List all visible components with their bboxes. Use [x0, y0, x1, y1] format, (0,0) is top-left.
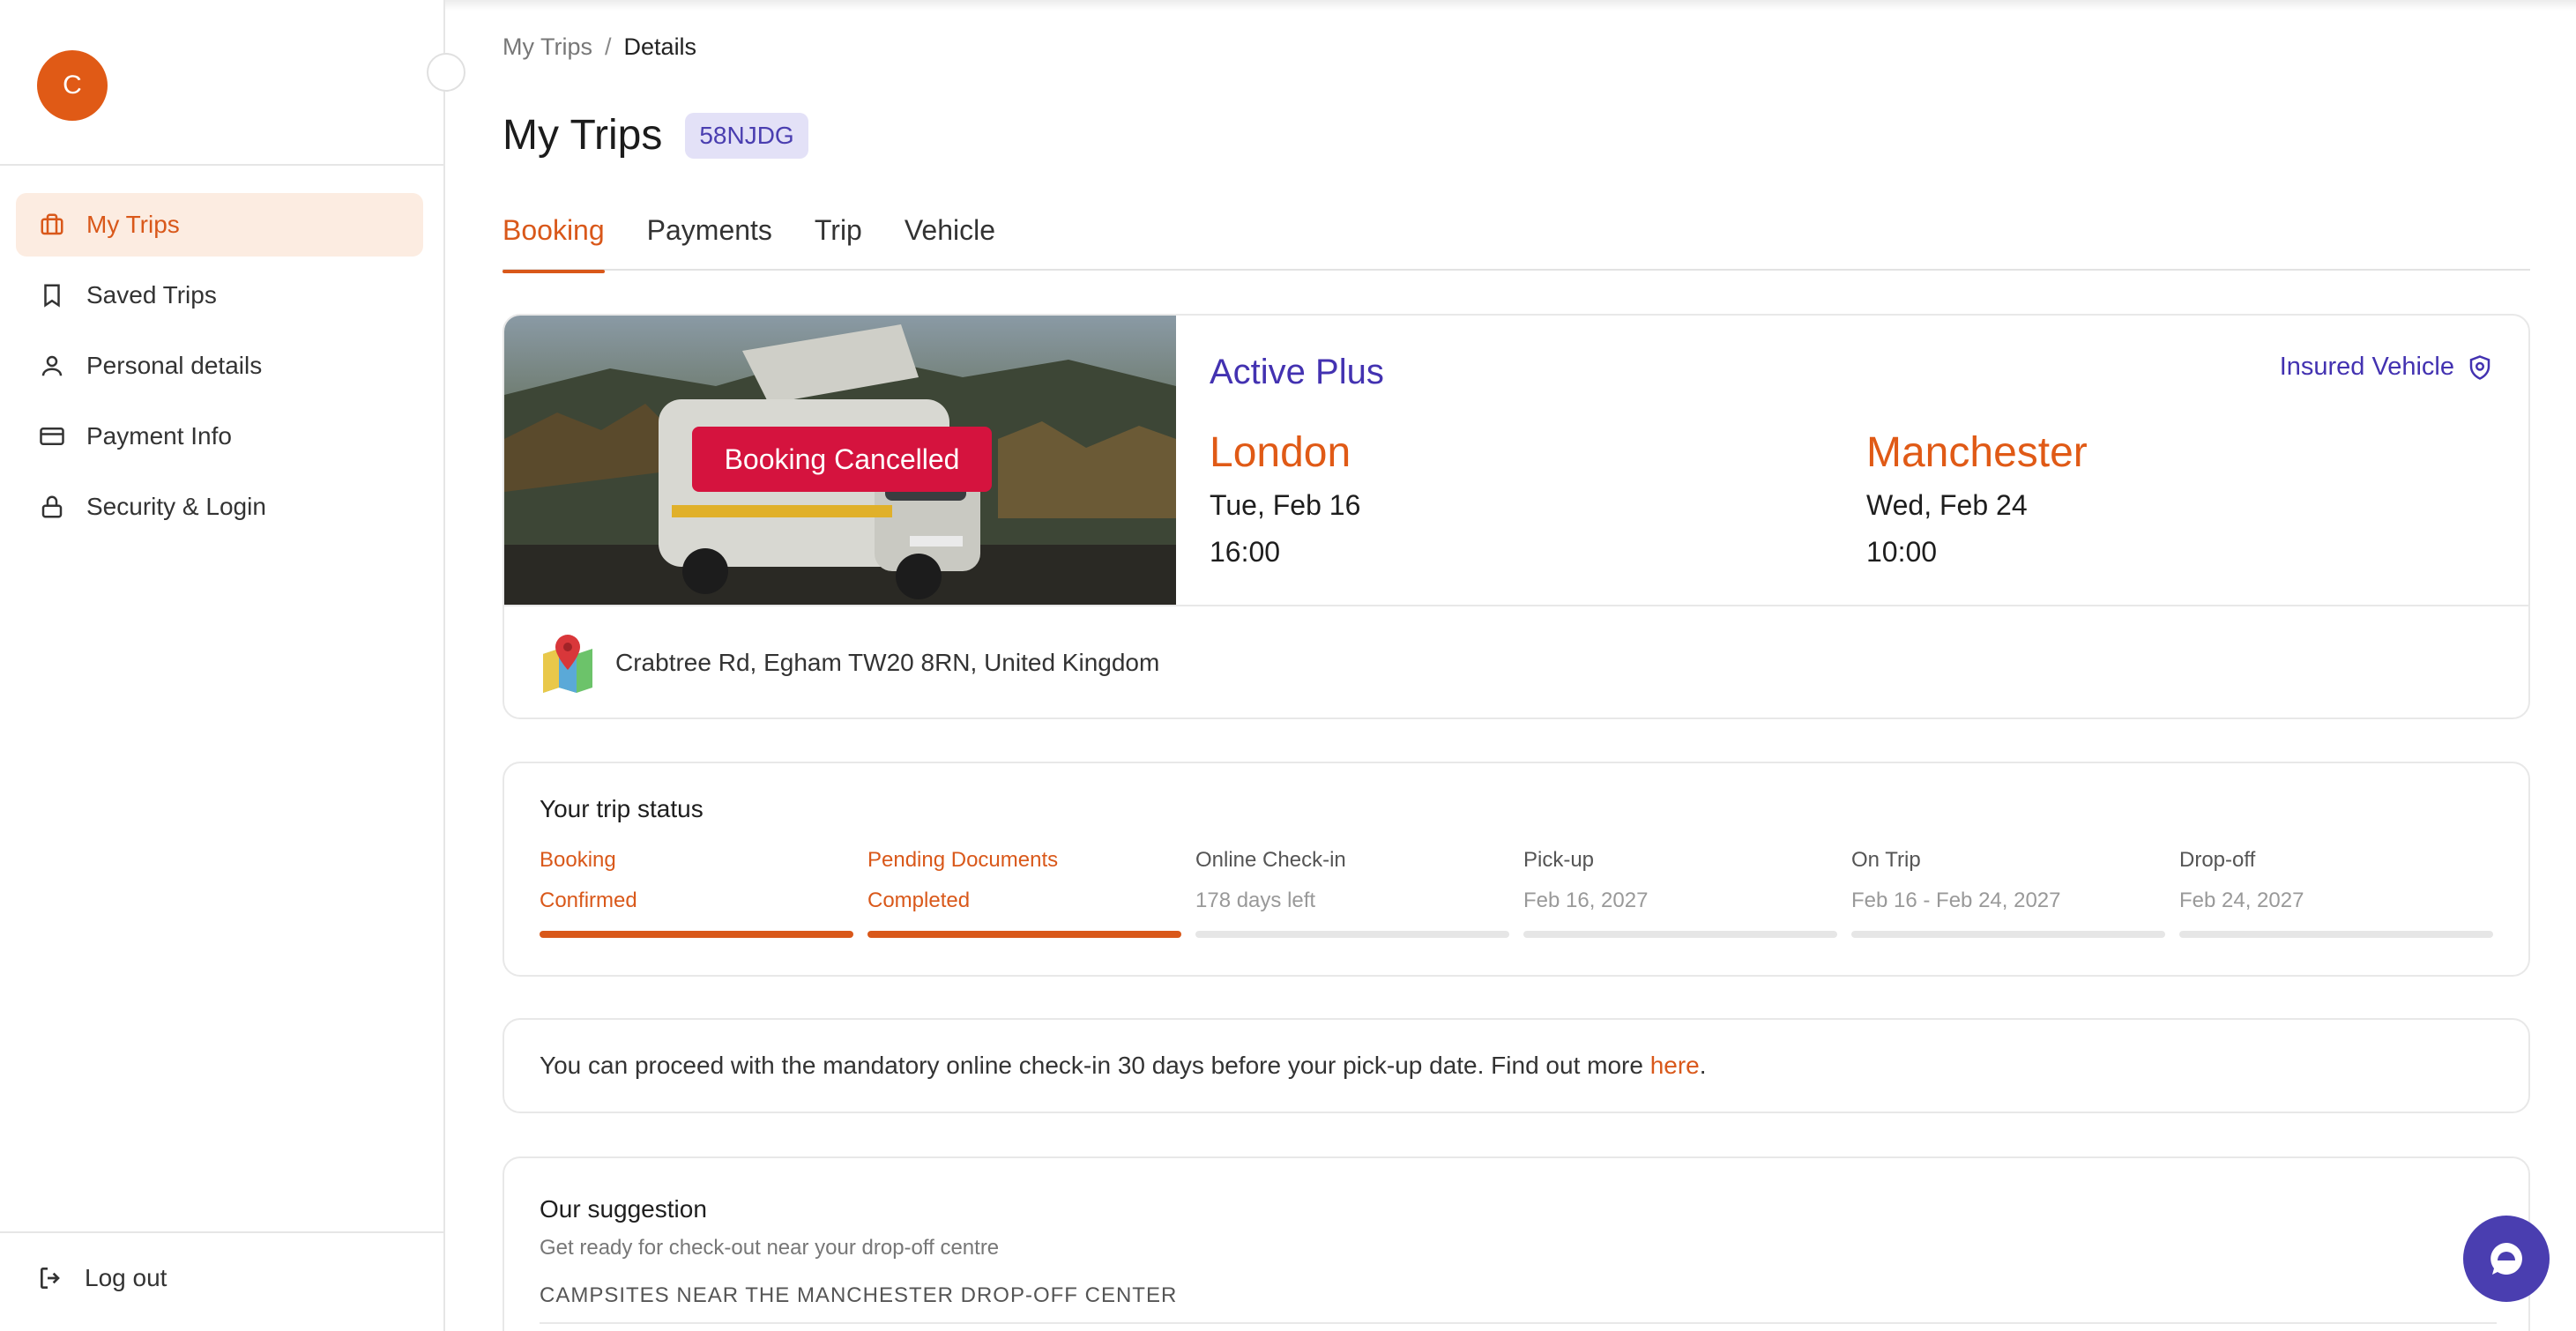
- briefcase-icon: [37, 210, 67, 240]
- sidebar-item-label: Saved Trips: [86, 281, 217, 309]
- vehicle-photo: Booking Cancelled: [504, 316, 1176, 605]
- step-label: Booking: [540, 848, 616, 872]
- notice-text: You can proceed with the mandatory onlin…: [540, 1052, 1650, 1079]
- step-sub: 178 days left: [1195, 889, 1316, 912]
- booking-card: Booking Cancelled Active Plus Insured Ve…: [503, 314, 2530, 719]
- booking-reference-badge: 58NJDG: [685, 112, 808, 159]
- credit-card-icon: [37, 421, 67, 451]
- sidebar-item-label: My Trips: [86, 211, 180, 238]
- breadcrumb: My Trips / Details: [503, 33, 696, 61]
- sidebar-collapse-handle[interactable]: [427, 53, 465, 92]
- dropoff-time: 10:00: [1866, 536, 1938, 568]
- sidebar-item-saved-trips[interactable]: Saved Trips: [16, 264, 423, 327]
- check-in-notice-card: You can proceed with the mandatory onlin…: [503, 1018, 2530, 1113]
- status-step-online-check-in: Online Check-in 178 days left: [1195, 848, 1509, 938]
- pickup-time: 16:00: [1210, 536, 1281, 568]
- notice-here-link[interactable]: here: [1650, 1052, 1700, 1079]
- trip-status-steps: Booking Confirmed Pending Documents Comp…: [540, 848, 2507, 938]
- logout-label: Log out: [85, 1264, 168, 1291]
- sidebar-item-label: Payment Info: [86, 422, 232, 450]
- step-label: Pending Documents: [867, 848, 1059, 872]
- check-in-notice: You can proceed with the mandatory onlin…: [540, 1052, 1707, 1080]
- suggestion-divider: [540, 1322, 2497, 1324]
- booking-cancelled-badge: Booking Cancelled: [692, 427, 992, 492]
- chat-button[interactable]: [2463, 1216, 2550, 1302]
- step-label: On Trip: [1851, 848, 1921, 872]
- suggestion-title: Our suggestion: [540, 1195, 707, 1223]
- plan-name: Active Plus: [1210, 353, 1384, 391]
- breadcrumb-parent-link[interactable]: My Trips: [503, 33, 592, 60]
- sidebar-item-label: Security & Login: [86, 493, 266, 520]
- step-sub: Feb 16 - Feb 24, 2027: [1851, 889, 2061, 912]
- logout-icon: [41, 1268, 60, 1289]
- step-label: Pick-up: [1523, 848, 1595, 872]
- status-step-pending-documents: Pending Documents Completed: [867, 848, 1181, 938]
- pickup-date: Tue, Feb 16: [1210, 489, 1361, 521]
- sidebar-item-label: Personal details: [86, 352, 263, 379]
- dropoff-city: Manchester: [1866, 429, 2088, 476]
- card-divider: [504, 605, 2528, 606]
- page-title: My Trips: [503, 112, 663, 159]
- insured-vehicle-badge[interactable]: Insured Vehicle: [2280, 353, 2493, 382]
- sidebar-nav: My Trips Saved Trips Personal details Pa…: [16, 193, 423, 546]
- suggestion-card: Our suggestion Get ready for check-out n…: [503, 1156, 2530, 1331]
- address-text: Crabtree Rd, Egham TW20 8RN, United King…: [615, 649, 1160, 676]
- tab-bar: Booking Payments Trip Vehicle: [503, 214, 2530, 273]
- status-step-booking: Booking Confirmed: [540, 848, 853, 938]
- bookmark-icon: [37, 280, 67, 310]
- chat-icon: [2490, 1243, 2522, 1275]
- avatar[interactable]: C: [37, 50, 108, 121]
- step-label: Online Check-in: [1195, 848, 1346, 872]
- step-sub: Confirmed: [540, 889, 637, 912]
- tab-vehicle[interactable]: Vehicle: [905, 214, 995, 271]
- campsites-heading: CAMPSITES NEAR THE MANCHESTER DROP-OFF C…: [540, 1283, 1178, 1307]
- step-progress-bar: [540, 931, 853, 938]
- dropoff-info: Manchester Wed, Feb 24 10:00: [1866, 428, 2088, 569]
- step-progress-bar: [1523, 931, 1837, 938]
- step-progress-bar: [1195, 931, 1509, 938]
- sidebar: C My Trips Saved Trips Personal details: [0, 0, 465, 1331]
- pickup-address[interactable]: Crabtree Rd, Egham TW20 8RN, United King…: [540, 633, 1159, 693]
- user-icon: [37, 351, 67, 381]
- step-sub: Completed: [867, 889, 971, 912]
- sidebar-item-security-login[interactable]: Security & Login: [16, 475, 423, 539]
- status-step-pick-up: Pick-up Feb 16, 2027: [1523, 848, 1837, 938]
- trip-status-card: Your trip status Booking Confirmed Pendi…: [503, 762, 2530, 977]
- step-sub: Feb 24, 2027: [2179, 889, 2304, 912]
- breadcrumb-current: Details: [623, 33, 697, 60]
- insured-vehicle-label: Insured Vehicle: [2279, 353, 2454, 381]
- notice-end: .: [1699, 1052, 1707, 1079]
- tab-trip[interactable]: Trip: [815, 214, 862, 271]
- pickup-city: London: [1210, 429, 1351, 476]
- sidebar-divider: [0, 164, 443, 166]
- sidebar-divider: [0, 1231, 443, 1233]
- status-step-drop-off: Drop-off Feb 24, 2027: [2179, 848, 2493, 938]
- shield-icon: [2469, 354, 2490, 380]
- breadcrumb-separator: /: [605, 33, 612, 60]
- title-row: My Trips 58NJDG: [503, 111, 808, 160]
- suggestion-subtitle: Get ready for check-out near your drop-o…: [540, 1236, 1000, 1260]
- status-step-on-trip: On Trip Feb 16 - Feb 24, 2027: [1851, 848, 2165, 938]
- step-progress-bar: [1851, 931, 2165, 938]
- map-pin-icon: [543, 635, 592, 693]
- sidebar-item-my-trips[interactable]: My Trips: [16, 193, 423, 257]
- dropoff-date: Wed, Feb 24: [1866, 489, 2028, 521]
- sidebar-item-personal-details[interactable]: Personal details: [16, 334, 423, 398]
- step-progress-bar: [2179, 931, 2493, 938]
- step-label: Drop-off: [2179, 848, 2256, 872]
- step-progress-bar: [867, 931, 1181, 938]
- tab-payments[interactable]: Payments: [647, 214, 772, 271]
- tab-booking[interactable]: Booking: [503, 214, 605, 273]
- sidebar-item-payment-info[interactable]: Payment Info: [16, 405, 423, 468]
- lock-icon: [37, 492, 67, 522]
- pickup-info: London Tue, Feb 16 16:00: [1210, 428, 1360, 569]
- trip-status-title: Your trip status: [540, 795, 704, 822]
- logout-button[interactable]: Log out: [37, 1264, 167, 1292]
- step-sub: Feb 16, 2027: [1523, 889, 1649, 912]
